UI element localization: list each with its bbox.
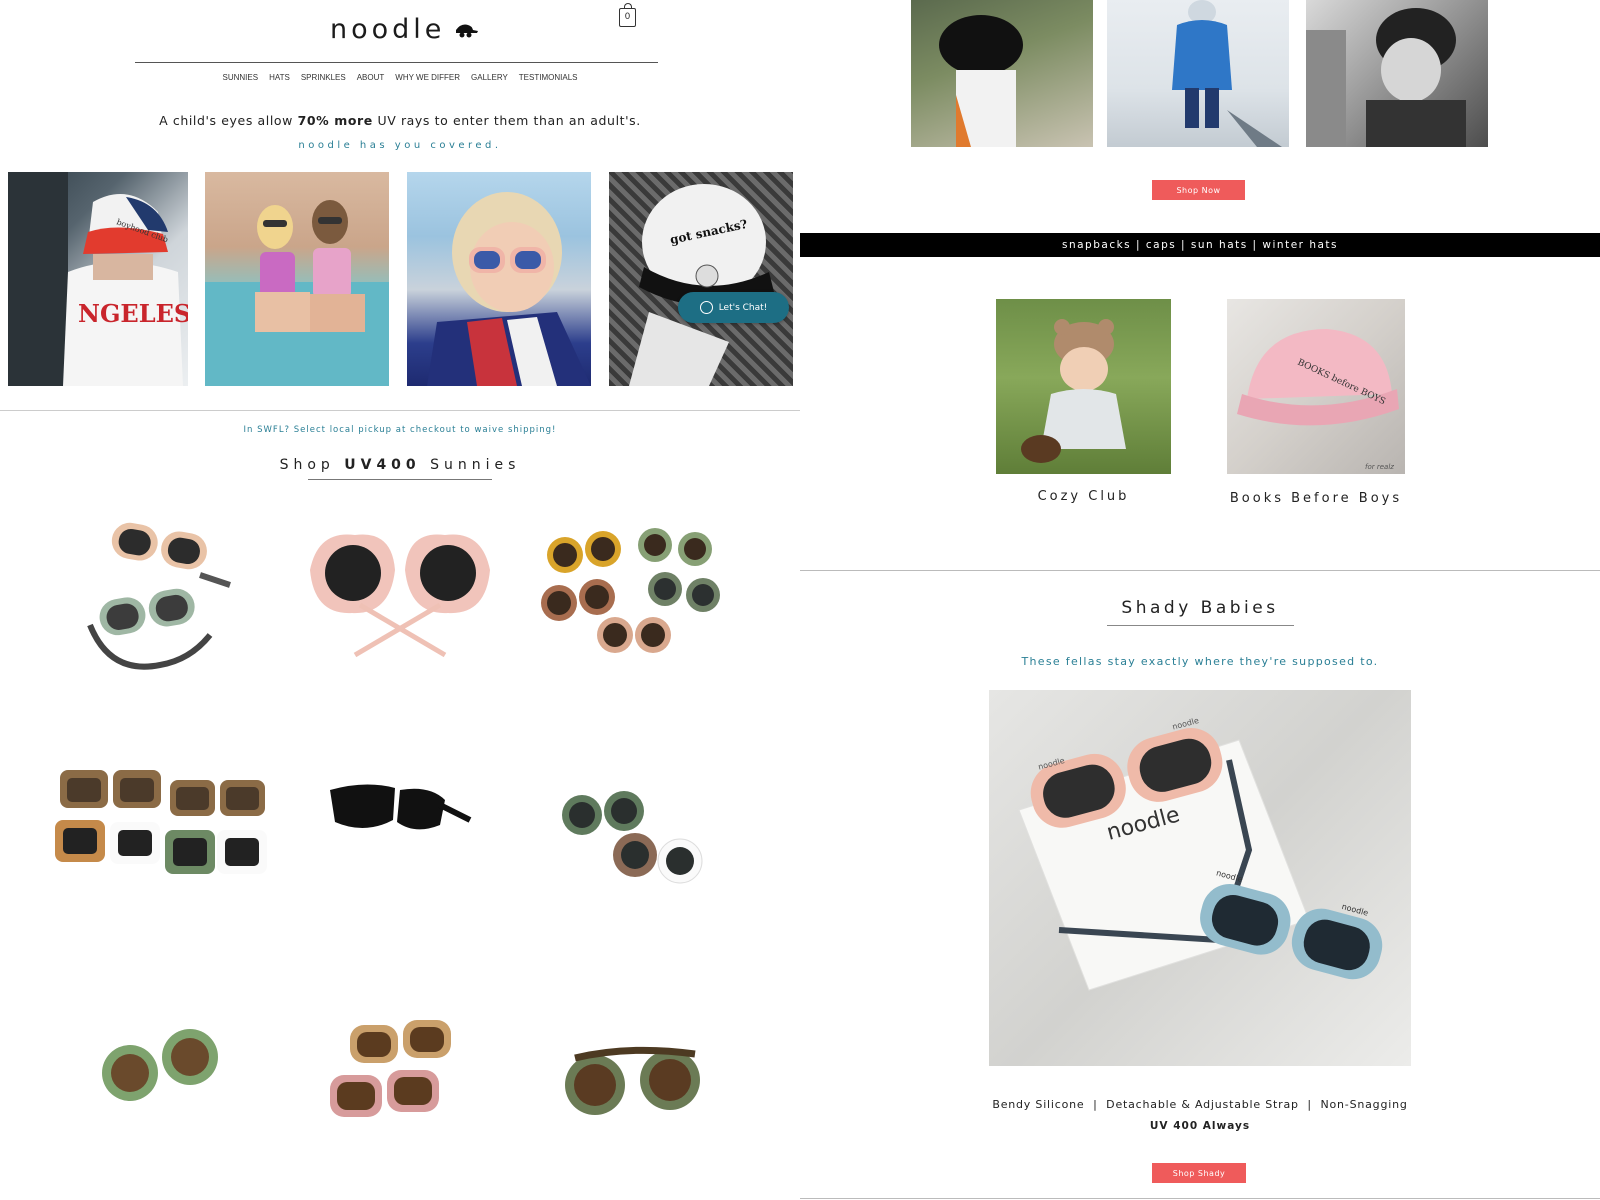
snacks-cap-illustration: got snacks? xyxy=(629,184,774,386)
product-leopard-cat-sunnies[interactable] xyxy=(325,1015,525,1185)
baby-beanie-illustration xyxy=(1021,319,1126,463)
product-classic-black-sunnies[interactable] xyxy=(325,780,525,950)
shell-sunnies-image xyxy=(310,534,490,658)
logo-text: noodle xyxy=(330,14,446,45)
left-page-section: noodle 0 SUNNIES HATS SPRINKLES ABOUT WH… xyxy=(0,0,800,1200)
right-page-section: Shop Now snapbacks | caps | sun hats | w… xyxy=(800,0,1600,1200)
photo-boy-backwards-cap xyxy=(1306,0,1488,147)
shady-babies-subtitle: These fellas stay exactly where they're … xyxy=(1021,655,1379,668)
photo-corner-text: for realz xyxy=(1365,463,1394,471)
round-sunnies-set-image xyxy=(541,528,720,653)
boy-noodle-cap-illustration xyxy=(939,15,1023,147)
shady-sunnies-illustration: noodle noodle noodle noodle noodle xyxy=(1018,716,1383,991)
strap-sunnies-image xyxy=(87,522,231,670)
shop-heading-underline xyxy=(308,479,492,480)
girl-sunglasses-illustration xyxy=(427,192,591,386)
cart-icon[interactable]: 0 xyxy=(619,3,636,27)
nav-why-we-differ[interactable]: WHY WE DIFFER xyxy=(395,73,460,82)
round-leopard-green-sunnies-image xyxy=(565,1046,700,1115)
round-two-tone-sunnies-image xyxy=(562,791,703,884)
hero-text-pre: A child's eyes allow xyxy=(159,113,298,128)
shop-shady-button[interactable]: Shop Shady xyxy=(1152,1163,1246,1183)
round-green-sunnies-image xyxy=(102,1029,218,1101)
category-books-before-boys-label[interactable]: Books Before Boys xyxy=(1200,491,1432,506)
product-strap-sunnies[interactable] xyxy=(70,515,270,685)
product-leopard-square-sunnies[interactable] xyxy=(55,760,267,930)
photo-boy-trucker-hat: boyhood club NGELES xyxy=(8,172,188,386)
classic-black-sunnies-image xyxy=(330,784,472,830)
shop-title-pre: Shop xyxy=(279,457,345,473)
photo-got-snacks-cap: got snacks? xyxy=(609,172,793,386)
nav-sunnies[interactable]: SUNNIES xyxy=(223,73,259,82)
cap-sunglasses-logo-icon xyxy=(456,24,479,37)
shop-now-button[interactable]: Shop Now xyxy=(1152,180,1245,200)
nav-sprinkles[interactable]: SPRINKLES xyxy=(301,73,346,82)
leopard-square-sunnies-image xyxy=(55,770,267,874)
shady-babies-product-photo: noodle noodle noodle noodle noodle xyxy=(989,690,1411,1066)
leopard-cat-sunnies-image xyxy=(330,1020,451,1117)
section-divider xyxy=(0,410,800,411)
product-shell-sunnies[interactable] xyxy=(300,525,500,695)
chat-bubble-icon xyxy=(699,301,713,314)
chat-label: Let's Chat! xyxy=(718,302,768,313)
header-divider xyxy=(135,62,658,63)
girls-pool-illustration xyxy=(205,200,389,386)
nav-testimonials[interactable]: TESTIMONIALS xyxy=(519,73,578,82)
hero-tagline: noodle has you covered. xyxy=(298,140,502,151)
shady-heading-underline xyxy=(1107,625,1294,626)
category-books-before-boys-image[interactable]: BOOKS before BOYS for realz xyxy=(1227,299,1405,474)
hero-text-post: UV rays to enter them than an adult's. xyxy=(372,113,641,128)
shipping-note: In SWFL? Select local pickup at checkout… xyxy=(243,425,557,435)
photo-girl-sunglasses xyxy=(407,172,591,386)
boy-backwards-cap-illustration xyxy=(1306,8,1466,147)
logo[interactable]: noodle xyxy=(330,14,479,45)
product-features: Bendy Silicone | Detachable & Adjustable… xyxy=(992,1098,1408,1111)
product-round-green-sunnies[interactable] xyxy=(95,1025,295,1195)
boy-hat-illustration: boyhood club NGELES xyxy=(8,172,188,386)
shop-title-bold: UV400 xyxy=(344,457,421,473)
nav-hats[interactable]: HATS xyxy=(269,73,290,82)
hat-categories-band[interactable]: snapbacks | caps | sun hats | winter hat… xyxy=(800,233,1600,257)
product-round-sunnies-set[interactable] xyxy=(535,525,735,695)
section-divider-right xyxy=(800,570,1600,571)
nav-about[interactable]: ABOUT xyxy=(357,73,385,82)
hero-text-bold: 70% more xyxy=(297,113,373,128)
main-nav: SUNNIES HATS SPRINKLES ABOUT WHY WE DIFF… xyxy=(0,73,800,82)
product-round-two-tone-sunnies[interactable] xyxy=(560,785,760,955)
pink-cap-illustration: BOOKS before BOYS for realz xyxy=(1237,329,1399,471)
nav-gallery[interactable]: GALLERY xyxy=(471,73,508,82)
category-cozy-club-image[interactable] xyxy=(996,299,1171,474)
category-cozy-club-label[interactable]: Cozy Club xyxy=(996,489,1171,504)
boy-blue-jacket-illustration xyxy=(1172,0,1282,147)
shop-title-post: Sunnies xyxy=(420,457,521,473)
photo-boy-blue-jacket xyxy=(1107,0,1289,147)
photo-girls-pool xyxy=(205,172,389,386)
uv-400-always: UV 400 Always xyxy=(1149,1120,1251,1132)
shady-babies-heading: Shady Babies xyxy=(1121,598,1279,618)
lets-chat-button[interactable]: Let's Chat! xyxy=(678,292,789,323)
bottom-divider xyxy=(800,1198,1600,1199)
shirt-text: NGELES xyxy=(78,299,188,328)
photo-boy-noodle-cap xyxy=(911,0,1093,147)
product-round-leopard-green-sunnies[interactable] xyxy=(560,1040,760,1200)
shop-sunnies-heading: Shop UV400 Sunnies xyxy=(0,457,800,473)
hero-headline: A child's eyes allow 70% more UV rays to… xyxy=(0,113,800,128)
